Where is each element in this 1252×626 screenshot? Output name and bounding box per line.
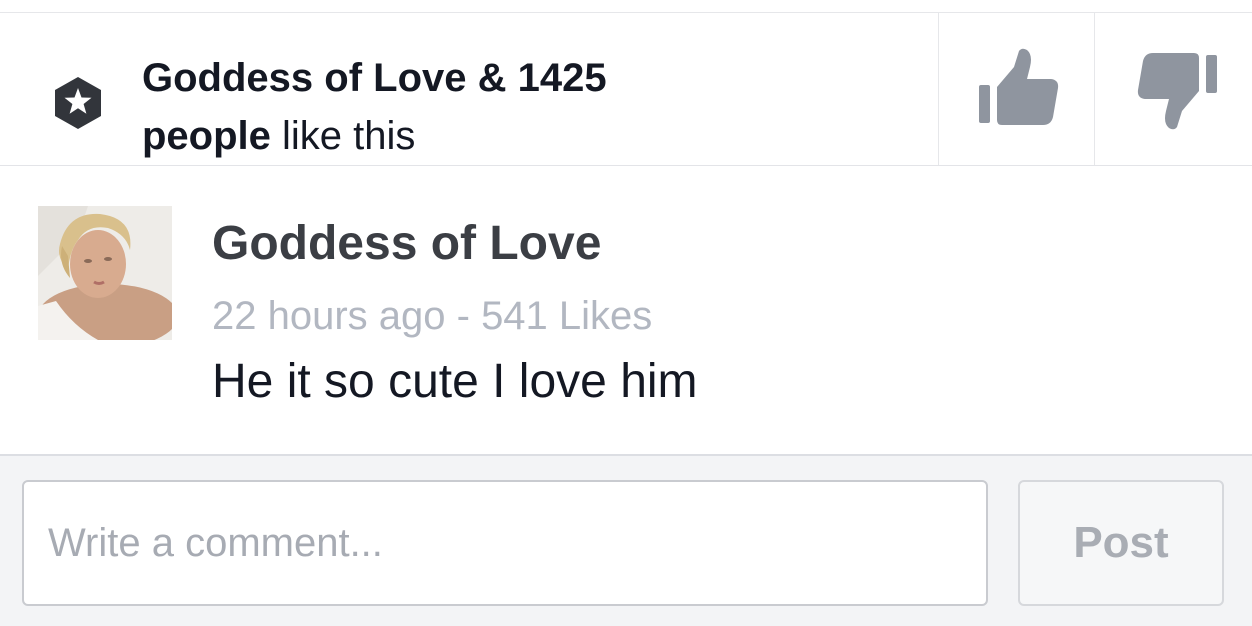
liker-name-link[interactable]: Goddess of Love <box>142 56 467 100</box>
meta-separator: - <box>445 294 482 338</box>
comment-composer: Post <box>0 454 1252 626</box>
likes-summary-text: Goddess of Love & 1425 people like this <box>142 49 842 165</box>
comment-body: He it so cute I love him <box>212 355 698 408</box>
thumbs-down-icon <box>1137 53 1217 130</box>
star-badge-icon <box>55 77 101 129</box>
profile-photo <box>38 206 172 340</box>
comment-input[interactable] <box>22 480 988 606</box>
comment-likes-link[interactable]: 541 Likes <box>481 294 652 338</box>
likes-summary-bar: Goddess of Love & 1425 people like this <box>0 12 1252 166</box>
comment-timestamp[interactable]: 22 hours ago <box>212 294 446 338</box>
comment-item: Goddess of Love 22 hours ago - 541 Likes… <box>0 166 1252 454</box>
upvote-button[interactable] <box>938 13 1095 165</box>
likes-count-link[interactable]: 1425 <box>518 56 607 100</box>
post-button[interactable]: Post <box>1018 480 1224 606</box>
likes-suffix: like this <box>270 114 416 158</box>
likes-connector: & <box>466 56 518 100</box>
comment-meta: 22 hours ago - 541 Likes <box>212 294 652 339</box>
thumbs-up-icon <box>979 48 1059 125</box>
avatar[interactable] <box>38 206 172 340</box>
likes-people-link[interactable]: people <box>142 114 271 158</box>
comment-author-link[interactable]: Goddess of Love <box>212 216 601 271</box>
downvote-button[interactable] <box>1094 13 1251 165</box>
